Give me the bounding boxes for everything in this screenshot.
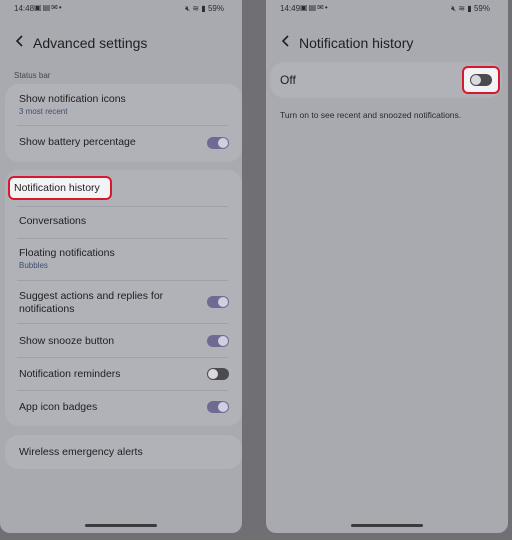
divider [17, 357, 228, 358]
battery-text: 59% [473, 4, 490, 13]
show-snooze-button-row[interactable]: Show snooze button [19, 335, 232, 348]
gallery-icon: ▣ [300, 3, 309, 12]
mute-icon: 🔇︎ [185, 4, 191, 13]
status-bar: 14:48 ▣▤✉• 🔇︎ ≋ ▮ 59% [0, 0, 242, 18]
suggest-actions-row[interactable]: Suggest actions and replies for notifica… [19, 290, 232, 316]
back-arrow-icon[interactable] [12, 33, 28, 49]
app-header: Notification history [266, 30, 508, 56]
advanced-settings-screen: 14:48 ▣▤✉• 🔇︎ ≋ ▮ 59% Advanced settings … [0, 0, 242, 533]
notification-icons: ▣▤✉• [34, 3, 63, 12]
app-icon-badges-row[interactable]: App icon badges [19, 401, 232, 414]
notification-history-screen: 14:49 ▣▤✉• 🔇︎ ≋ ▮ 59% Notification histo… [266, 0, 508, 533]
section-label-status-bar: Status bar [14, 71, 51, 80]
dot-icon: • [58, 3, 63, 12]
row-label: Notification reminders [19, 368, 121, 380]
divider [17, 280, 228, 281]
mail-icon: ✉ [51, 3, 59, 12]
wireless-emergency-alerts-row[interactable]: Wireless emergency alerts [19, 446, 232, 459]
gallery-icon: ▣ [34, 3, 43, 12]
row-label: Show snooze button [19, 335, 115, 347]
notification-history-row[interactable]: Notification history [14, 182, 232, 195]
row-label: Show notification icons [19, 93, 126, 105]
image-icon: ▤ [42, 3, 52, 12]
show-notification-icons-row[interactable]: Show notification icons 3 most recent [19, 93, 232, 116]
row-label: Conversations [19, 215, 87, 227]
suggest-actions-toggle[interactable] [207, 296, 229, 308]
status-bar-card: Show notification icons 3 most recent Sh… [5, 84, 242, 162]
app-icon-badges-toggle[interactable] [207, 401, 229, 413]
status-right-icons: 🔇︎ ≋ ▮ 59% [451, 4, 490, 14]
gesture-bar[interactable] [85, 524, 157, 527]
row-label-line1: Suggest actions and replies for [19, 290, 164, 302]
row-label: Floating notifications [19, 247, 115, 259]
battery-percentage-toggle[interactable] [207, 137, 229, 149]
page-title: Notification history [299, 35, 414, 51]
show-battery-percentage-row[interactable]: Show battery percentage [19, 136, 232, 149]
notification-icons: ▣▤✉• [300, 3, 329, 12]
row-label-line2: notifications [19, 303, 75, 315]
snooze-button-toggle[interactable] [207, 335, 229, 347]
status-right-icons: 🔇︎ ≋ ▮ 59% [185, 4, 224, 14]
back-arrow-icon[interactable] [278, 33, 294, 49]
mute-icon: 🔇︎ [451, 4, 457, 13]
row-label: App icon badges [19, 401, 98, 413]
description-text: Turn on to see recent and snoozed notifi… [280, 110, 462, 120]
battery-text: 59% [207, 4, 224, 13]
divider [17, 125, 228, 126]
notification-reminders-row[interactable]: Notification reminders [19, 368, 232, 381]
signal-icon: ▮ [467, 4, 472, 13]
app-header: Advanced settings [0, 30, 242, 56]
notification-settings-card: Notification history Conversations Float… [5, 170, 242, 426]
row-label: Notification history [14, 182, 100, 194]
divider [17, 206, 228, 207]
row-label: Wireless emergency alerts [19, 446, 143, 458]
floating-notifications-row[interactable]: Floating notifications Bubbles [19, 247, 232, 270]
wifi-icon: ≋ [458, 4, 466, 13]
mail-icon: ✉ [317, 3, 325, 12]
signal-icon: ▮ [201, 4, 206, 13]
notification-reminders-toggle[interactable] [207, 368, 229, 380]
alerts-card: Wireless emergency alerts [5, 435, 242, 469]
divider [17, 238, 228, 239]
row-sub: Bubbles [19, 261, 48, 270]
divider [17, 323, 228, 324]
divider [17, 390, 228, 391]
conversations-row[interactable]: Conversations [19, 215, 232, 228]
page-title: Advanced settings [33, 35, 148, 51]
off-label: Off [280, 73, 296, 87]
image-icon: ▤ [308, 3, 318, 12]
gesture-bar[interactable] [351, 524, 423, 527]
wifi-icon: ≋ [192, 4, 200, 13]
status-time: 14:49 [280, 4, 301, 13]
master-switch-card[interactable]: Off [270, 62, 502, 98]
row-sub: 3 most recent [19, 107, 68, 116]
status-time: 14:48 [14, 4, 35, 13]
row-label: Show battery percentage [19, 136, 136, 148]
status-bar: 14:49 ▣▤✉• 🔇︎ ≋ ▮ 59% [266, 0, 508, 18]
notification-history-toggle[interactable] [470, 74, 492, 86]
dot-icon: • [324, 3, 329, 12]
